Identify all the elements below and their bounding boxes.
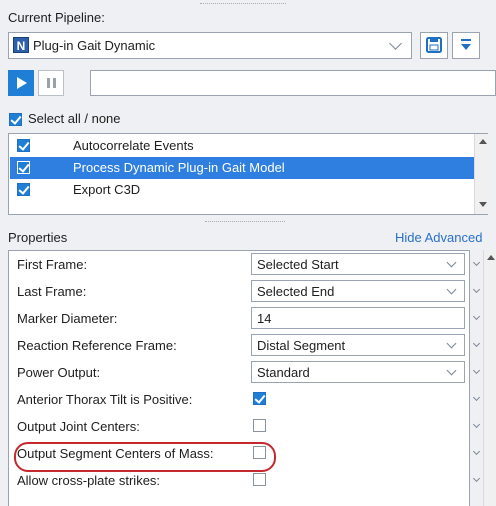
operation-label: Process Dynamic Plug-in Gait Model	[73, 160, 285, 175]
property-name: Power Output:	[17, 365, 101, 380]
hide-advanced-link[interactable]: Hide Advanced	[395, 230, 482, 245]
anterior-thorax-tilt-checkbox[interactable]	[253, 392, 266, 405]
property-row: Last Frame: Selected End	[9, 278, 469, 305]
save-icon	[426, 37, 442, 53]
nexus-logo-icon: N	[13, 37, 29, 53]
property-row: Marker Diameter: 14	[9, 305, 469, 332]
property-name: Allow cross-plate strikes:	[17, 473, 161, 488]
property-value: Distal Segment	[257, 338, 346, 353]
save-pipeline-button[interactable]	[420, 32, 448, 59]
property-name: Anterior Thorax Tilt is Positive:	[17, 392, 193, 407]
property-row: First Frame: Selected Start	[9, 251, 469, 278]
list-item[interactable]: Process Dynamic Plug-in Gait Model	[10, 157, 474, 179]
chevron-down-icon[interactable]	[472, 393, 481, 402]
chevron-down-icon[interactable]	[472, 447, 481, 456]
chevron-down-icon	[446, 365, 457, 376]
properties-title: Properties	[8, 230, 68, 245]
allow-cross-plate-strikes-checkbox[interactable]	[253, 473, 266, 486]
pause-icon-bar	[53, 78, 56, 88]
property-value: Selected Start	[257, 257, 339, 272]
chevron-down-icon[interactable]	[472, 258, 481, 267]
operation-checkbox[interactable]	[17, 139, 30, 152]
run-pipeline-button[interactable]	[8, 70, 34, 96]
chevron-down-icon[interactable]	[472, 366, 481, 375]
property-name: Output Joint Centers:	[17, 419, 140, 434]
splitter-grip[interactable]	[205, 221, 285, 222]
chevron-down-icon[interactable]	[472, 312, 481, 321]
marker-diameter-input[interactable]: 14	[251, 307, 465, 329]
panel-resize-grip[interactable]	[200, 3, 286, 4]
menu-down-icon	[461, 39, 471, 50]
pause-button[interactable]	[38, 70, 64, 96]
operation-label: Export C3D	[73, 182, 141, 197]
list-item[interactable]: Autocorrelate Events	[10, 135, 474, 157]
scroll-down-icon[interactable]	[479, 202, 487, 207]
pipeline-select[interactable]: N Plug-in Gait Dynamic	[8, 32, 412, 59]
select-all-label: Select all / none	[28, 111, 121, 126]
operation-checkbox[interactable]	[17, 161, 30, 174]
chevron-down-icon	[389, 37, 402, 50]
property-row: Reaction Reference Frame: Distal Segment	[9, 332, 469, 359]
last-frame-select[interactable]: Selected End	[251, 280, 465, 302]
property-name: First Frame:	[17, 257, 88, 272]
chevron-down-icon[interactable]	[472, 285, 481, 294]
pipeline-name: Plug-in Gait Dynamic	[33, 38, 156, 53]
properties-scrollbar[interactable]	[483, 250, 496, 506]
property-name: Last Frame:	[17, 284, 87, 299]
operation-checkbox[interactable]	[17, 183, 30, 196]
property-value: Selected End	[257, 284, 335, 299]
property-row: Anterior Thorax Tilt is Positive:	[9, 386, 469, 413]
operation-label: Autocorrelate Events	[73, 138, 194, 153]
property-name: Marker Diameter:	[17, 311, 118, 326]
reaction-reference-frame-select[interactable]: Distal Segment	[251, 334, 465, 356]
property-name: Reaction Reference Frame:	[17, 338, 177, 353]
pause-icon-bar	[47, 78, 50, 88]
scroll-up-icon[interactable]	[479, 139, 487, 144]
output-joint-centers-checkbox[interactable]	[253, 419, 266, 432]
first-frame-select[interactable]: Selected Start	[251, 253, 465, 275]
property-row: Power Output: Standard	[9, 359, 469, 386]
power-output-select[interactable]: Standard	[251, 361, 465, 383]
select-all-checkbox[interactable]	[9, 113, 22, 126]
current-pipeline-label: Current Pipeline:	[8, 10, 105, 25]
properties-header: Properties Hide Advanced	[8, 228, 496, 248]
property-value: 14	[257, 311, 272, 326]
chevron-down-icon[interactable]	[472, 474, 481, 483]
property-row: Output Joint Centers:	[9, 413, 469, 440]
chevron-down-icon[interactable]	[472, 339, 481, 348]
pipeline-menu-button[interactable]	[452, 32, 480, 59]
chevron-down-icon	[446, 284, 457, 295]
progress-bar	[90, 70, 496, 96]
chevron-down-icon	[446, 338, 457, 349]
list-item[interactable]: Export C3D	[10, 179, 474, 201]
scroll-up-icon[interactable]	[487, 255, 495, 260]
list-scrollbar[interactable]	[474, 134, 488, 214]
chevron-down-icon	[446, 257, 457, 268]
property-value: Standard	[257, 365, 310, 380]
highlight-annotation	[14, 442, 276, 472]
operations-list: Autocorrelate Events Process Dynamic Plu…	[8, 133, 488, 215]
chevron-down-icon[interactable]	[472, 420, 481, 429]
